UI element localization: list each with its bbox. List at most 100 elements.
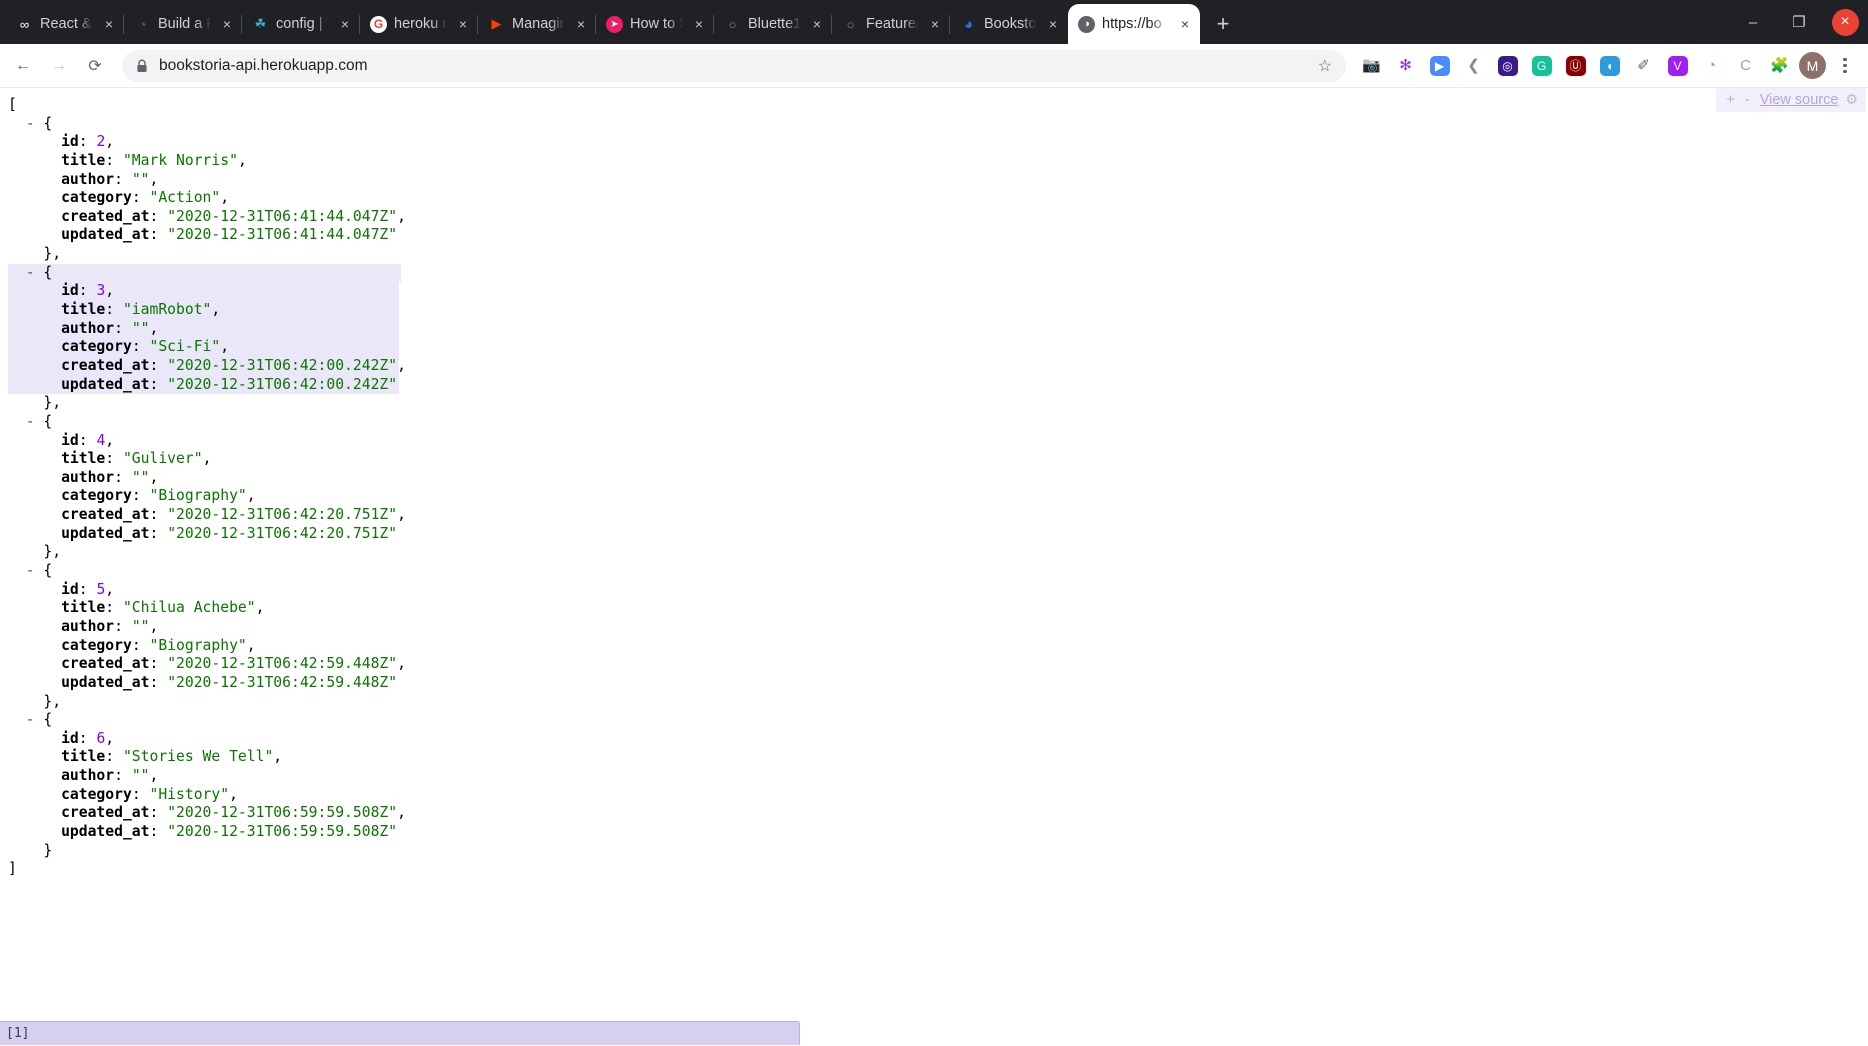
json-key: id [61, 580, 79, 598]
clipboard-extension-icon[interactable]: C [1730, 50, 1761, 81]
forward-button[interactable]: → [42, 49, 76, 83]
json-property-row: created_at: "2020-12-31T06:41:44.047Z", [61, 207, 406, 225]
json-value: "Mark Norris" [122, 151, 238, 169]
browser-tab[interactable]: ◑ https://bo × [1068, 4, 1200, 44]
ublock-extension-icon-glyph: Ⓤ [1565, 55, 1586, 76]
vimium-extension-icon[interactable]: V [1662, 50, 1693, 81]
json-property-row: updated_at: "2020-12-31T06:59:59.508Z" [61, 822, 398, 840]
avatar-initial: M [1799, 52, 1826, 79]
json-object-close: }, [8, 543, 62, 561]
colorpicker-extension-icon-glyph: ✐ [1637, 57, 1650, 74]
address-bar[interactable]: bookstoria-api.herokuapp.com ☆ [122, 49, 1346, 82]
browser-tab[interactable]: ○ Feature/a × [832, 4, 950, 44]
github-check-icon: ○ [846, 16, 855, 32]
json-property-row: title: "Guliver", [61, 450, 212, 468]
json-property-row: category: "Action", [61, 189, 230, 207]
zoom-extension-icon-glyph: ▶ [1429, 55, 1450, 76]
browser-tab[interactable]: ◔ Build a RE × [124, 4, 242, 44]
json-key: title [61, 301, 106, 319]
json-property-row: updated_at: "2020-12-31T06:42:59.448Z" [61, 673, 398, 691]
ublock-extension-icon[interactable]: Ⓤ [1560, 50, 1591, 81]
close-tab-icon[interactable]: × [1044, 15, 1062, 33]
json-value: "2020-12-31T06:41:44.047Z" [167, 226, 398, 244]
loom-extension-icon-glyph: ◔ [1706, 57, 1717, 74]
infinity-icon: ∞ [19, 16, 30, 32]
grammarly-extension-icon[interactable]: G [1526, 50, 1557, 81]
screenshot-extension-icon[interactable]: 📷 [1356, 50, 1387, 81]
profile-avatar[interactable]: M [1797, 50, 1828, 81]
json-property-row: id: 5, [61, 580, 115, 598]
zoom-extension-icon[interactable]: ▶ [1424, 50, 1455, 81]
colorpicker-extension-icon[interactable]: ✐ [1628, 50, 1659, 81]
asterisk-extension-icon-glyph: ✻ [1399, 57, 1412, 74]
json-value: "Sci-Fi" [149, 338, 221, 356]
json-key: updated_at [61, 375, 150, 393]
bookstory-icon: ◕ [963, 15, 974, 33]
close-tab-icon[interactable]: × [926, 15, 944, 33]
bookmark-star-icon[interactable]: ☆ [1318, 56, 1332, 76]
json-value: "Chilua Achebe" [122, 599, 256, 617]
browser-tab[interactable]: Gheroku ra × [360, 4, 478, 44]
close-tab-icon[interactable]: × [572, 15, 590, 33]
browser-tab[interactable]: ▶ Managing × [478, 4, 596, 44]
url-text: bookstoria-api.herokuapp.com [159, 56, 368, 74]
close-tab-icon[interactable]: × [454, 15, 472, 33]
json-value: "" [131, 617, 150, 635]
json-value: "History" [149, 785, 230, 803]
close-tab-icon[interactable]: × [218, 15, 236, 33]
puzzle-extensions-icon-glyph: 🧩 [1770, 57, 1789, 74]
json-property-row: category: "History", [61, 785, 238, 803]
json-key: created_at [61, 804, 150, 822]
browser-tab-strip: ∞React & R×◔Build a RE×☘config | Y×Ghero… [0, 0, 1868, 44]
json-key: updated_at [61, 226, 150, 244]
json-property-row: category: "Biography", [61, 636, 256, 654]
json-value: "Action" [149, 189, 221, 207]
browser-tab[interactable]: ○ Bluette1 × [714, 4, 832, 44]
json-key: id [61, 729, 79, 747]
close-tab-icon[interactable]: × [1176, 15, 1194, 33]
browser-tab[interactable]: ☘ config | Y × [242, 4, 360, 44]
json-key: updated_at [61, 673, 150, 691]
play-icon: ▶ [491, 16, 502, 31]
json-key: category [61, 338, 132, 356]
browser-toolbar: ← → ⟳ bookstoria-api.herokuapp.com ☆ 📷 ✻ ▶… [0, 44, 1868, 88]
json-key: author [61, 170, 115, 188]
send-icon: ➤ [606, 15, 623, 33]
chrome-menu-icon[interactable] [1830, 51, 1860, 81]
json-value: "2020-12-31T06:42:00.242Z" [167, 375, 398, 393]
window-maximize-button[interactable]: ❐ [1776, 0, 1822, 44]
json-key: id [61, 282, 79, 300]
json-value: "2020-12-31T06:42:59.448Z" [167, 673, 398, 691]
close-tab-icon[interactable]: × [336, 15, 354, 33]
evernote-extension-icon[interactable]: ◖ [1594, 50, 1625, 81]
json-key: category [61, 636, 132, 654]
reload-button[interactable]: ⟳ [78, 49, 112, 83]
json-object-close: }, [8, 692, 62, 710]
json-array-close: ] [8, 860, 17, 878]
window-close-button[interactable]: × [1822, 0, 1868, 44]
browser-tab-label: Build a RE [158, 16, 211, 32]
back-button[interactable]: ← [6, 49, 40, 83]
honey-extension-icon[interactable]: ◎ [1492, 50, 1523, 81]
json-property-row: id: 4, [61, 431, 115, 449]
new-tab-button[interactable]: + [1206, 7, 1240, 41]
close-tab-icon[interactable]: × [808, 15, 826, 33]
asterisk-extension-icon[interactable]: ✻ [1390, 50, 1421, 81]
loom-extension-icon[interactable]: ◔ [1696, 50, 1727, 81]
window-minimize-button[interactable]: – [1730, 0, 1776, 44]
json-key: created_at [61, 356, 150, 374]
json-key: author [61, 767, 115, 785]
puzzle-extensions-icon[interactable]: 🧩 [1764, 50, 1795, 81]
browser-tab[interactable]: ◕ Bookstori × [950, 4, 1068, 44]
json-property-row: author: "", [61, 468, 159, 486]
close-tab-icon[interactable]: × [690, 15, 708, 33]
close-tab-icon[interactable]: × [100, 15, 118, 33]
browser-tab-label: Feature/a [866, 16, 919, 32]
browser-tab[interactable]: ➤ How to St × [596, 4, 714, 44]
evernote-extension-icon-glyph: ◖ [1599, 55, 1620, 76]
browser-tab[interactable]: ∞ React & R × [6, 4, 124, 44]
json-object-open: - { [25, 412, 53, 430]
json-key: updated_at [61, 524, 150, 542]
clockify-extension-icon[interactable]: ❮ [1458, 50, 1489, 81]
json-property-row: created_at: "2020-12-31T06:42:20.751Z", [61, 506, 406, 524]
